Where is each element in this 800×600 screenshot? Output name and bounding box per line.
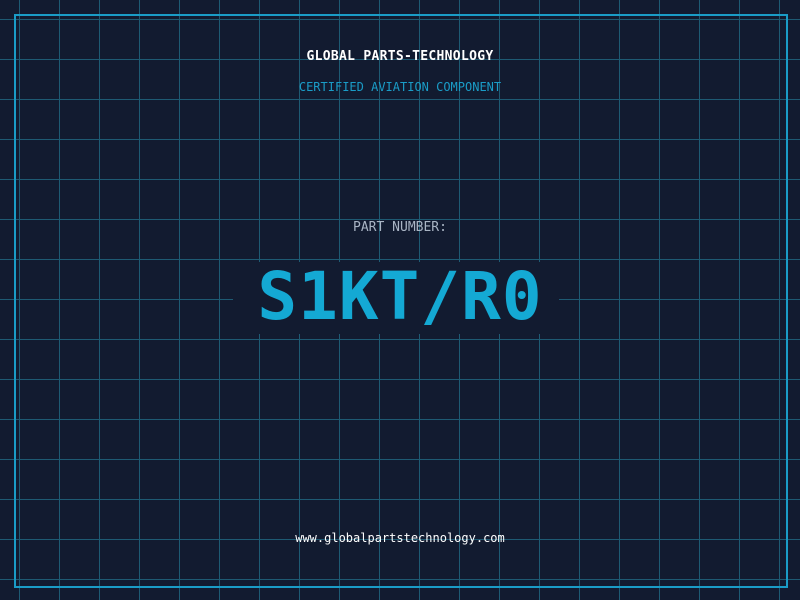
brand-subtitle: CERTIFIED AVIATION COMPONENT	[298, 80, 502, 94]
part-card: GLOBAL PARTS-TECHNOLOGY CERTIFIED AVIATI…	[0, 0, 800, 600]
website-url: www.globalpartstechnology.com	[295, 531, 505, 545]
brand-title: GLOBAL PARTS-TECHNOLOGY	[306, 49, 494, 64]
part-number-label: PART NUMBER:	[353, 220, 447, 235]
part-number-value: S1KT/R0	[257, 258, 543, 335]
